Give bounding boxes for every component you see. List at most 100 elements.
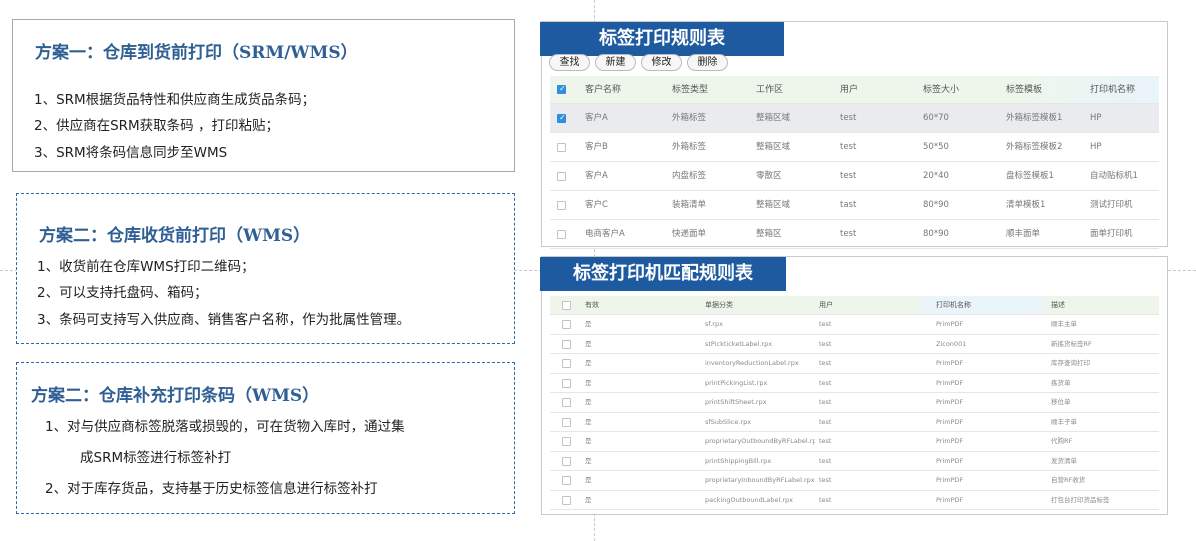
printer-matching-rules-title: 标签打印机匹配规则表 — [540, 257, 786, 291]
table-cell: proprietaryInboundByRFLabel.rpx — [705, 476, 815, 484]
table-cell: 是 — [585, 437, 592, 445]
table-cell: 是 — [585, 378, 592, 387]
table-cell: 自营RF收货 — [1051, 476, 1086, 484]
plan-3-line-1: 1、对与供应商标签脱落或损毁的，可在货物入库时，通过集 — [45, 419, 405, 435]
row-checkbox[interactable] — [562, 398, 571, 407]
table-cell: test — [840, 171, 857, 181]
table-cell: 整箱区域 — [756, 113, 791, 123]
table-cell: 清单模板1 — [1006, 200, 1046, 210]
table-cell: 发货清单 — [1051, 456, 1077, 465]
table-cell: 是 — [585, 476, 592, 484]
table-cell: HP — [1090, 142, 1102, 152]
select-all-checkbox[interactable]: ✓ — [557, 84, 566, 94]
row-checkbox[interactable] — [557, 172, 566, 181]
row-checkbox[interactable] — [562, 378, 571, 388]
plan-2-line-2: 2、可以支持托盘码、箱码； — [37, 285, 208, 301]
table-cell: test — [819, 359, 832, 367]
table-cell: packingOutboundLabel.rpx — [705, 495, 793, 504]
table-row[interactable]: 是 sfSubSlice.rpx test PrimPDF 顺丰子单 — [550, 413, 1159, 432]
table-row[interactable]: 客户C 装箱清单 整箱区域 tast 80*90 清单模板1 测试打印机 — [550, 191, 1159, 220]
table-cell: printShiftSheet.rpx — [705, 398, 767, 406]
table-cell: 打包台打印货品标签 — [1051, 495, 1110, 504]
table-row[interactable]: 是 stPickticketLabel.rpx test Zicon001 新拣货标签R… — [550, 335, 1159, 354]
table-cell: 测试打印机 — [1090, 200, 1133, 210]
table-cell: PrimPDF — [936, 359, 964, 367]
table-cell: 快递面单 — [672, 229, 707, 239]
column-header: 用户 — [819, 301, 833, 309]
table-cell: sfSubSlice.rpx — [705, 417, 752, 426]
column-header: 打印机名称 — [1090, 85, 1136, 95]
row-checkbox[interactable] — [562, 339, 571, 349]
table-row[interactable]: 是 proprietaryOutboundByRFLabel.rpx test Pri… — [550, 432, 1159, 452]
table-cell: 是 — [585, 417, 592, 426]
table-cell: test — [819, 437, 832, 445]
table-cell: 自动贴标机1 — [1090, 171, 1138, 181]
table-row[interactable]: 是 sf.rpx test PrimPDF 顺丰主单 — [550, 315, 1159, 335]
table-cell: PrimPDF — [936, 437, 964, 445]
select-all-checkbox[interactable] — [562, 301, 571, 310]
plan-2-title: 方案二：仓库收货前打印（WMS） — [39, 226, 311, 246]
table-cell: printShippingBill.rpx — [705, 456, 772, 465]
row-checkbox[interactable] — [557, 201, 566, 210]
column-header: 标签模板 — [1006, 85, 1043, 95]
table-cell: 客户C — [585, 200, 608, 210]
table-cell: 是 — [585, 495, 592, 504]
table-cell: 是 — [585, 339, 592, 348]
table-row[interactable]: 是 inventoryReductionLabel.rpx test PrimPDF 库… — [550, 354, 1159, 374]
table-cell: 整箱区域 — [756, 142, 791, 152]
table-cell: 20*40 — [923, 171, 949, 181]
plan-2-line-1: 1、收货前在仓库WMS打印二维码； — [37, 259, 255, 275]
table-cell: 盘标签模板1 — [1006, 171, 1054, 181]
table-row[interactable]: 客户B 外箱标签 整箱区域 test 50*50 外箱标签模板2 HP — [550, 133, 1159, 162]
table-cell: HP — [1090, 113, 1102, 123]
table-cell: test — [840, 229, 857, 239]
row-checkbox[interactable]: ✓ — [557, 113, 566, 123]
table-cell: 是 — [585, 398, 592, 406]
new-button[interactable]: 新建 — [595, 54, 636, 71]
row-checkbox[interactable] — [562, 320, 571, 329]
plan-1-line-2: 2、供应商在SRM获取条码 ，打印粘贴； — [34, 118, 279, 134]
table-cell: test — [819, 495, 832, 504]
column-header: 客户名称 — [585, 85, 622, 95]
row-checkbox[interactable] — [562, 437, 571, 446]
checkmark-icon: ✓ — [559, 113, 566, 122]
table-cell: 外箱标签模板2 — [1006, 142, 1063, 152]
table-row[interactable]: 是 packingOutboundLabel.rpx test PrimPDF 打包台打… — [550, 491, 1159, 510]
table-cell: 库存查询打印 — [1051, 359, 1090, 367]
table-row[interactable]: 是 printPickingList.rpx test PrimPDF 拣货单 — [550, 374, 1159, 393]
row-checkbox[interactable] — [562, 456, 571, 466]
table-cell: PrimPDF — [936, 320, 964, 328]
table-row[interactable]: 是 printShiftSheet.rpx test PrimPDF 移位单 — [550, 393, 1159, 413]
table-cell: test — [840, 142, 857, 152]
table-cell: 80*90 — [923, 200, 949, 210]
row-checkbox[interactable] — [562, 476, 571, 485]
edit-button[interactable]: 修改 — [641, 54, 682, 71]
row-checkbox[interactable] — [562, 495, 571, 505]
table-cell: 装箱清单 — [672, 200, 707, 210]
row-checkbox[interactable] — [562, 359, 571, 368]
table-cell: 拣货单 — [1051, 378, 1071, 387]
table-row[interactable]: 是 proprietaryInboundByRFLabel.rpx test Prim… — [550, 471, 1159, 491]
row-checkbox[interactable] — [562, 417, 571, 427]
find-button[interactable]: 查找 — [549, 54, 590, 71]
plan-3-line-3: 2、对于库存货品，支持基于历史标签信息进行标签补打 — [45, 481, 378, 497]
table-cell: PrimPDF — [936, 378, 964, 387]
table-row[interactable]: 电商客户A 快递面单 整箱区 test 80*90 顺丰面单 面单打印机 — [550, 220, 1159, 249]
table-cell: stPickticketLabel.rpx — [705, 339, 773, 348]
plan-1-line-1: 1、SRM根据货品特性和供应商生成货品条码； — [34, 92, 316, 108]
row-checkbox[interactable] — [557, 143, 566, 152]
table-row[interactable]: 客户A 内盘标签 零散区 test 20*40 盘标签模板1 自动贴标机1 — [550, 162, 1159, 191]
column-header: 工作区 — [756, 85, 784, 95]
table-row[interactable]: 是 printShippingBill.rpx test PrimPDF 发货清单 — [550, 452, 1159, 471]
plan-1-line-3: 3、SRM将条码信息同步至WMS — [34, 145, 228, 161]
delete-button[interactable]: 删除 — [687, 54, 728, 71]
plan-3-line-2: 成SRM标签进行标签补打 — [80, 450, 232, 466]
printer-header-row: 有效 单据分类 用户 打印机名称 描述 — [550, 296, 1159, 315]
table-cell: 是 — [585, 359, 592, 367]
row-checkbox[interactable] — [557, 230, 566, 239]
column-header: 描述 — [1051, 301, 1065, 309]
table-cell: sf.rpx — [705, 320, 723, 328]
table-row[interactable]: ✓ 客户A 外箱标签 整箱区域 test 60*70 外箱标签模板1 HP — [550, 104, 1159, 133]
plan-2-line-3: 3、条码可支持写入供应商、销售客户名称，作为批属性管理。 — [37, 312, 411, 328]
table-cell: proprietaryOutboundByRFLabel.rpx — [705, 437, 815, 445]
